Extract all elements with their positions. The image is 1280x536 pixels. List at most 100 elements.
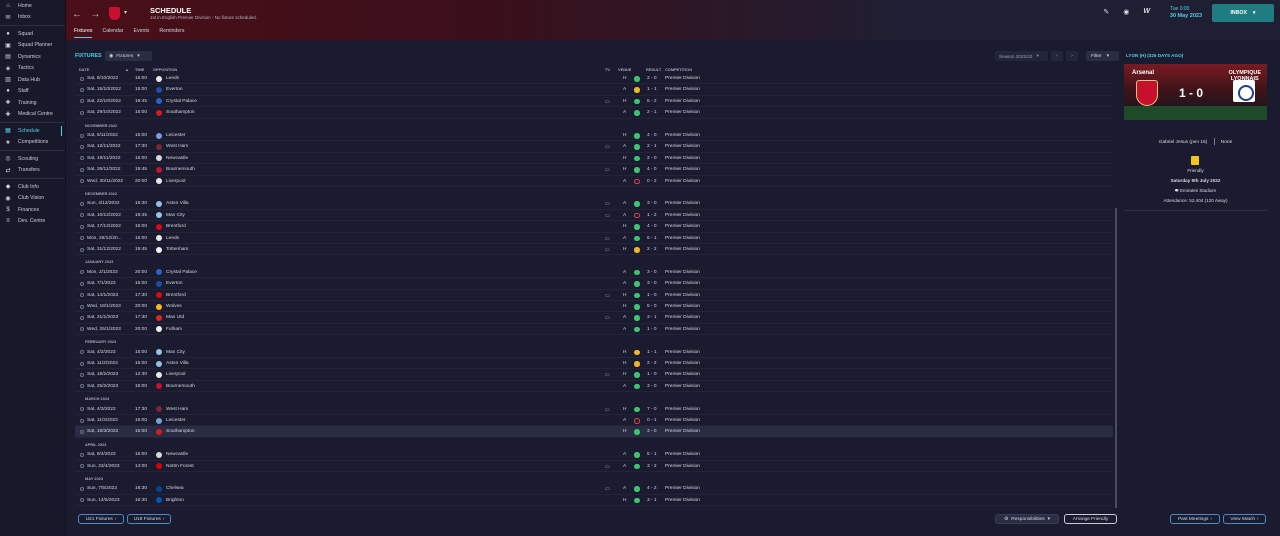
- select-radio[interactable]: [80, 350, 84, 355]
- select-radio[interactable]: [80, 281, 84, 286]
- competition-name[interactable]: Premier Division: [665, 110, 700, 115]
- sidebar-item-finances[interactable]: $ Finances: [0, 204, 65, 216]
- select-radio[interactable]: [80, 201, 84, 206]
- table-row[interactable]: Sun, 14/5/2023 16:30 Brighton H 3 - 1 Premier…: [75, 495, 1113, 507]
- result-score[interactable]: 6 - 1: [647, 236, 657, 241]
- competition-name[interactable]: Premier Division: [665, 167, 700, 172]
- table-row[interactable]: Sat, 26/11/2022 19:45 Bournemouth ▭ H 4 - 0 Pr…: [75, 164, 1113, 176]
- opposition-name[interactable]: Wolves: [166, 304, 182, 309]
- competition-name[interactable]: Premier Division: [665, 486, 700, 491]
- opposition-name[interactable]: Leeds: [166, 76, 179, 81]
- competition-name[interactable]: Premier Division: [665, 361, 700, 366]
- competition-name[interactable]: Premier Division: [665, 293, 700, 298]
- table-row[interactable]: Sun, 23/4/2023 14:00 Nottm Forest ▭ A 3 - 2 Pr…: [75, 461, 1113, 472]
- col-tv[interactable]: TV: [605, 67, 610, 72]
- table-row[interactable]: Sat, 14/1/2023 17:30 Brentford ▭ H 1 - 0 Premi…: [75, 290, 1113, 301]
- sidebar-item-club-vision[interactable]: ◉ Club Vision: [0, 193, 65, 205]
- select-radio[interactable]: [80, 464, 84, 469]
- select-radio[interactable]: [80, 224, 84, 229]
- sidebar-item-scouting[interactable]: ◎ Scouting: [0, 153, 65, 165]
- select-radio[interactable]: [80, 418, 84, 423]
- competition-name[interactable]: Premier Division: [665, 270, 700, 275]
- competition-name[interactable]: Premier Division: [665, 315, 700, 320]
- select-radio[interactable]: [80, 429, 84, 434]
- inbox-button[interactable]: INBOX ▾: [1212, 4, 1274, 22]
- table-row[interactable]: Sat, 19/11/2022 15:00 Newcastle H 2 - 0 Premi…: [75, 153, 1113, 165]
- select-radio[interactable]: [80, 236, 84, 241]
- opposition-name[interactable]: Everton: [166, 281, 183, 286]
- sidebar-item-competitions[interactable]: ★ Competitions: [0, 137, 65, 149]
- u21-fixtures-button[interactable]: U21 Fixtures ›: [78, 514, 124, 524]
- col-time[interactable]: TIME: [135, 67, 144, 72]
- opposition-name[interactable]: Nottm Forest: [166, 464, 194, 469]
- select-radio[interactable]: [80, 99, 84, 104]
- table-row[interactable]: Sat, 22/10/2022 19:45 Crystal Palace ▭ H 5 - …: [75, 96, 1113, 108]
- opposition-name[interactable]: Leeds: [166, 236, 179, 241]
- table-row[interactable]: Sun, 4/12/2022 16:30 Aston Villa ▭ A 3 - 0 Pre…: [75, 198, 1113, 210]
- u18-fixtures-button[interactable]: U18 Fixtures ›: [127, 514, 171, 524]
- opposition-name[interactable]: Aston Villa: [166, 201, 189, 206]
- tab-events[interactable]: Events: [134, 28, 150, 38]
- table-row[interactable]: Sat, 11/3/2023 15:00 Leicester A 0 - 1 Premie…: [75, 415, 1113, 427]
- tab-reminders[interactable]: Reminders: [159, 28, 184, 38]
- table-row[interactable]: Sat, 10/12/2022 19:45 Man City ▭ A 1 - 2 Premi…: [75, 210, 1113, 222]
- table-row[interactable]: Wed, 18/1/2023 20:00 Wolves H 5 - 0 Premier D…: [75, 301, 1113, 313]
- result-score[interactable]: 2 - 1: [647, 144, 657, 149]
- competition-name[interactable]: Premier Division: [665, 327, 700, 332]
- select-radio[interactable]: [80, 156, 84, 161]
- scrollbar[interactable]: [1115, 208, 1117, 508]
- opposition-name[interactable]: Man City: [166, 350, 185, 355]
- select-radio[interactable]: [80, 384, 84, 389]
- result-score[interactable]: 1 - 2: [647, 213, 657, 218]
- sidebar-item-inbox[interactable]: ✉ Inbox: [0, 12, 65, 24]
- result-score[interactable]: 7 - 0: [647, 407, 657, 412]
- select-radio[interactable]: [80, 452, 84, 457]
- competition-name[interactable]: Premier Division: [665, 350, 700, 355]
- result-score[interactable]: 2 - 1: [647, 110, 657, 115]
- club-crest[interactable]: [109, 7, 120, 20]
- sidebar-item-tactics[interactable]: ◈ Tactics: [0, 63, 65, 75]
- select-radio[interactable]: [80, 87, 84, 92]
- table-row[interactable]: Sat, 12/11/2022 17:30 West Ham ▭ A 2 - 1 Premi…: [75, 141, 1113, 153]
- result-score[interactable]: 2 - 0: [647, 156, 657, 161]
- sidebar-item-home[interactable]: ⌂ Home: [0, 0, 65, 12]
- opposition-name[interactable]: Chelsea: [166, 486, 184, 491]
- result-score[interactable]: 4 - 0: [647, 224, 657, 229]
- result-score[interactable]: 3 - 1: [647, 498, 657, 503]
- competition-name[interactable]: Premier Division: [665, 372, 700, 377]
- sidebar-item-schedule[interactable]: ▦ Schedule: [0, 125, 65, 137]
- table-row[interactable]: Sat, 7/1/2023 15:00 Everton A 3 - 0 Premier D…: [75, 278, 1113, 290]
- competition-name[interactable]: Premier Division: [665, 304, 700, 309]
- table-row[interactable]: Sat, 4/2/2023 15:00 Man City H 1 - 1 Premier …: [75, 347, 1113, 358]
- result-score[interactable]: 5 - 0: [647, 304, 657, 309]
- col-date[interactable]: DATE: [79, 67, 89, 72]
- opposition-name[interactable]: Brentford: [166, 224, 186, 229]
- competition-name[interactable]: Premier Division: [665, 418, 700, 423]
- home-scorer[interactable]: Gabriel Jesus (pen 16): [1159, 140, 1208, 145]
- previous-season-button[interactable]: ‹: [1051, 51, 1063, 61]
- competition-name[interactable]: Premier Division: [665, 281, 700, 286]
- table-row[interactable]: Sat, 17/12/2022 15:00 Brentford H 4 - 0 Premi…: [75, 221, 1113, 233]
- competition-name[interactable]: Premier Division: [665, 213, 700, 218]
- sidebar-item-training[interactable]: ✚ Training: [0, 97, 65, 109]
- competition-name[interactable]: Premier Division: [665, 76, 700, 81]
- opposition-name[interactable]: Newcastle: [166, 452, 188, 457]
- table-row[interactable]: Sat, 31/12/2022 19:45 Tottenham ▭ H 2 - 2 Prem…: [75, 244, 1113, 256]
- competition-name[interactable]: Premier Division: [665, 236, 700, 241]
- result-score[interactable]: 3 - 0: [647, 429, 657, 434]
- select-radio[interactable]: [80, 144, 84, 149]
- competition-name[interactable]: Premier Division: [665, 201, 700, 206]
- opposition-name[interactable]: Crystal Palace: [166, 99, 197, 104]
- opposition-name[interactable]: Aston Villa: [166, 361, 189, 366]
- edit-icon[interactable]: ✎: [1103, 8, 1109, 16]
- opposition-name[interactable]: Bournemouth: [166, 167, 195, 172]
- opposition-name[interactable]: Everton: [166, 87, 183, 92]
- select-radio[interactable]: [80, 361, 84, 366]
- opposition-name[interactable]: Leicester: [166, 133, 185, 138]
- result-score[interactable]: 3 - 0: [647, 384, 657, 389]
- competition-name[interactable]: Premier Division: [665, 144, 700, 149]
- competition-name[interactable]: Premier Division: [665, 247, 700, 252]
- result-score[interactable]: 1 - 0: [647, 327, 657, 332]
- opposition-name[interactable]: Leicester: [166, 418, 185, 423]
- table-row[interactable]: Sun, 7/5/2023 16:30 Chelsea ▭ A 4 - 2 Premier …: [75, 483, 1113, 495]
